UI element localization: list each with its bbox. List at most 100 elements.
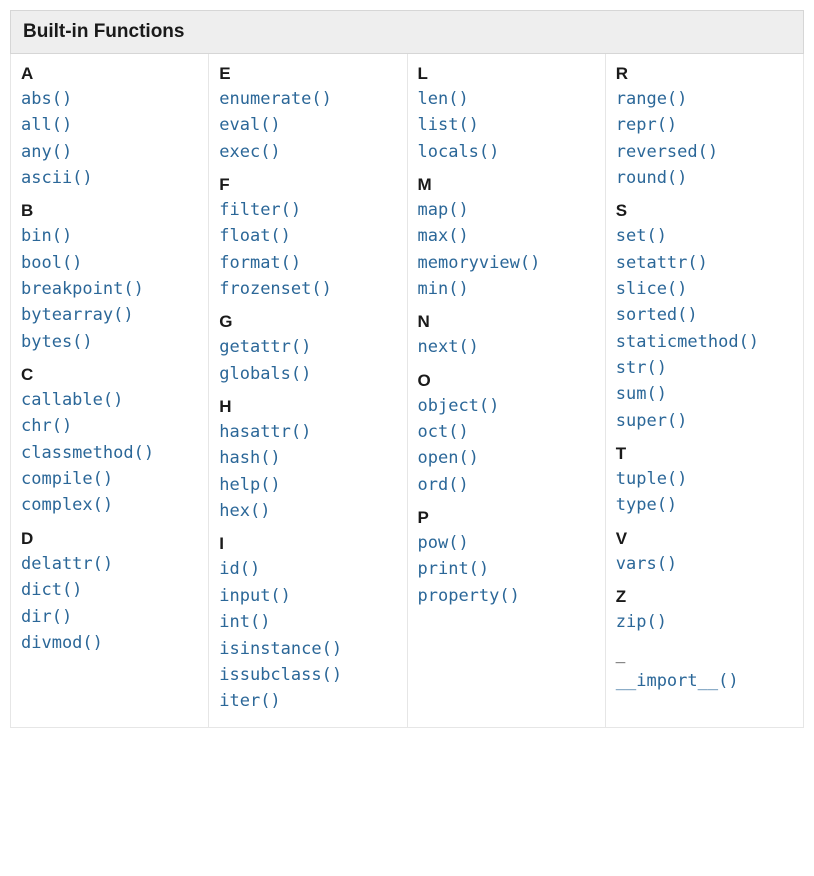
function-link[interactable]: frozenset() bbox=[219, 276, 396, 302]
function-link[interactable]: classmethod() bbox=[21, 440, 198, 466]
function-link[interactable]: range() bbox=[616, 86, 793, 112]
function-link[interactable]: vars() bbox=[616, 551, 793, 577]
function-link[interactable]: reversed() bbox=[616, 139, 793, 165]
function-link[interactable]: globals() bbox=[219, 361, 396, 387]
column-2: Eenumerate()eval()exec() Ffilter()float()… bbox=[209, 54, 407, 728]
table-title: Built-in Functions bbox=[11, 11, 804, 54]
function-link[interactable]: sorted() bbox=[616, 302, 793, 328]
function-link[interactable]: input() bbox=[219, 583, 396, 609]
letter-heading: G bbox=[219, 312, 396, 332]
function-link[interactable]: bytearray() bbox=[21, 302, 198, 328]
function-link[interactable]: hash() bbox=[219, 445, 396, 471]
column-4: Rrange()repr()reversed()round()Sset()set… bbox=[605, 54, 803, 728]
letter-group: Oobject()oct()open()ord() bbox=[418, 371, 595, 498]
function-link[interactable]: dir() bbox=[21, 604, 198, 630]
function-link[interactable]: slice() bbox=[616, 276, 793, 302]
letter-heading: C bbox=[21, 365, 198, 385]
letter-group: Nnext() bbox=[418, 312, 595, 360]
function-link[interactable]: open() bbox=[418, 445, 595, 471]
function-link[interactable]: iter() bbox=[219, 688, 396, 714]
letter-heading: L bbox=[418, 64, 595, 84]
function-link[interactable]: oct() bbox=[418, 419, 595, 445]
letter-heading: O bbox=[418, 371, 595, 391]
function-link[interactable]: set() bbox=[616, 223, 793, 249]
function-link[interactable]: zip() bbox=[616, 609, 793, 635]
letter-group: Vvars() bbox=[616, 529, 793, 577]
function-link[interactable]: isinstance() bbox=[219, 636, 396, 662]
function-link[interactable]: object() bbox=[418, 393, 595, 419]
letter-group: Hhasattr()hash()help()hex() bbox=[219, 397, 396, 524]
letter-heading: F bbox=[219, 175, 396, 195]
function-link[interactable]: hasattr() bbox=[219, 419, 396, 445]
function-link[interactable]: chr() bbox=[21, 413, 198, 439]
letter-heading: E bbox=[219, 64, 396, 84]
function-link[interactable]: repr() bbox=[616, 112, 793, 138]
function-link[interactable]: tuple() bbox=[616, 466, 793, 492]
letter-heading: S bbox=[616, 201, 793, 221]
letter-group: Eenumerate()eval()exec() bbox=[219, 64, 396, 165]
function-link[interactable]: abs() bbox=[21, 86, 198, 112]
function-link[interactable]: memoryview() bbox=[418, 250, 595, 276]
function-link[interactable]: round() bbox=[616, 165, 793, 191]
function-link[interactable]: __import__() bbox=[616, 668, 793, 694]
letter-group: Iid()input()int()isinstance()issubclass(… bbox=[219, 534, 396, 714]
letter-heading: R bbox=[616, 64, 793, 84]
function-link[interactable]: pow() bbox=[418, 530, 595, 556]
function-link[interactable]: all() bbox=[21, 112, 198, 138]
letter-heading: T bbox=[616, 444, 793, 464]
function-link[interactable]: id() bbox=[219, 556, 396, 582]
letter-group: Sset()setattr()slice()sorted()staticmeth… bbox=[616, 201, 793, 434]
letter-group: Rrange()repr()reversed()round() bbox=[616, 64, 793, 191]
function-link[interactable]: bool() bbox=[21, 250, 198, 276]
letter-heading: B bbox=[21, 201, 198, 221]
function-link[interactable]: property() bbox=[418, 583, 595, 609]
function-link[interactable]: super() bbox=[616, 408, 793, 434]
function-link[interactable]: hex() bbox=[219, 498, 396, 524]
function-link[interactable]: help() bbox=[219, 472, 396, 498]
letter-group: Mmap()max()memoryview()min() bbox=[418, 175, 595, 302]
letter-heading: I bbox=[219, 534, 396, 554]
function-link[interactable]: enumerate() bbox=[219, 86, 396, 112]
function-link[interactable]: max() bbox=[418, 223, 595, 249]
function-link[interactable]: map() bbox=[418, 197, 595, 223]
letter-group: Ttuple()type() bbox=[616, 444, 793, 519]
function-link[interactable]: bytes() bbox=[21, 329, 198, 355]
function-link[interactable]: float() bbox=[219, 223, 396, 249]
function-link[interactable]: callable() bbox=[21, 387, 198, 413]
function-link[interactable]: ord() bbox=[418, 472, 595, 498]
letter-group: Ggetattr()globals() bbox=[219, 312, 396, 387]
function-link[interactable]: issubclass() bbox=[219, 662, 396, 688]
function-link[interactable]: dict() bbox=[21, 577, 198, 603]
letter-heading: P bbox=[418, 508, 595, 528]
function-link[interactable]: int() bbox=[219, 609, 396, 635]
function-link[interactable]: divmod() bbox=[21, 630, 198, 656]
letter-heading: D bbox=[21, 529, 198, 549]
function-link[interactable]: list() bbox=[418, 112, 595, 138]
function-link[interactable]: type() bbox=[616, 492, 793, 518]
function-link[interactable]: str() bbox=[616, 355, 793, 381]
function-link[interactable]: getattr() bbox=[219, 334, 396, 360]
function-link[interactable]: delattr() bbox=[21, 551, 198, 577]
function-link[interactable]: locals() bbox=[418, 139, 595, 165]
function-link[interactable]: len() bbox=[418, 86, 595, 112]
function-link[interactable]: complex() bbox=[21, 492, 198, 518]
function-link[interactable]: eval() bbox=[219, 112, 396, 138]
function-link[interactable]: exec() bbox=[219, 139, 396, 165]
function-link[interactable]: breakpoint() bbox=[21, 276, 198, 302]
function-link[interactable]: any() bbox=[21, 139, 198, 165]
function-link[interactable]: ascii() bbox=[21, 165, 198, 191]
letter-group: Aabs()all()any()ascii() bbox=[21, 64, 198, 191]
letter-group: Llen()list()locals() bbox=[418, 64, 595, 165]
function-link[interactable]: next() bbox=[418, 334, 595, 360]
letter-group: Zzip() bbox=[616, 587, 793, 635]
function-link[interactable]: setattr() bbox=[616, 250, 793, 276]
function-link[interactable]: staticmethod() bbox=[616, 329, 793, 355]
letter-group: ___import__() bbox=[616, 646, 793, 694]
function-link[interactable]: sum() bbox=[616, 381, 793, 407]
function-link[interactable]: min() bbox=[418, 276, 595, 302]
function-link[interactable]: compile() bbox=[21, 466, 198, 492]
function-link[interactable]: print() bbox=[418, 556, 595, 582]
function-link[interactable]: filter() bbox=[219, 197, 396, 223]
function-link[interactable]: bin() bbox=[21, 223, 198, 249]
function-link[interactable]: format() bbox=[219, 250, 396, 276]
